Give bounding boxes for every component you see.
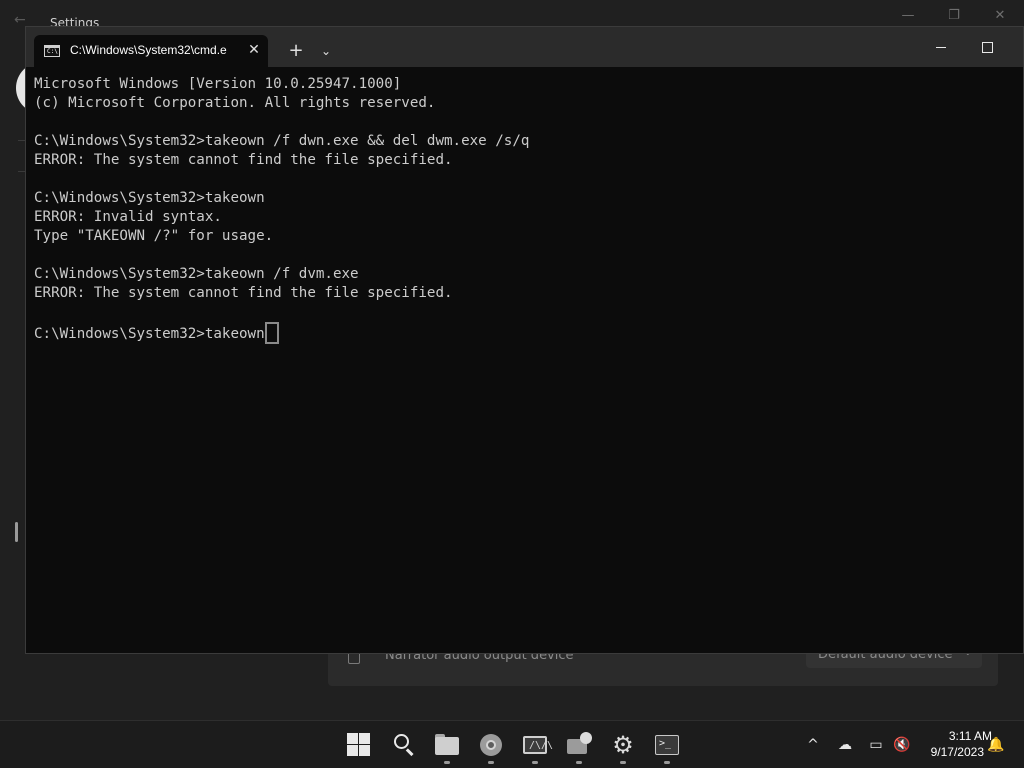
search-icon[interactable] [390,731,418,759]
maximize-icon[interactable] [976,37,998,57]
network-icon[interactable]: ▭ [866,735,886,755]
file-explorer-icon[interactable] [433,731,461,759]
cmd-icon: C:\ [44,45,60,57]
terminal-prompt-line: C:\Windows\System32>takeown [34,322,1023,344]
running-indicator [532,761,538,764]
settings-scrollbar[interactable] [15,522,18,542]
running-indicator [576,761,582,764]
terminal-line: C:\Windows\System32>takeown /f dvm.exe [34,266,359,282]
terminal-line: ERROR: The system cannot find the file s… [34,152,453,168]
terminal-prompt: C:\Windows\System32>takeown [34,326,265,342]
tab-cmd[interactable]: C:\ C:\Windows\System32\cmd.e ✕ [34,35,268,67]
settings-gear-icon[interactable]: ⚙ [609,731,637,759]
taskbar: /\/\ ⚙ >_ ^ ☁ ▭ 🔇 3:11 AM 9/17/2023 🔔 [0,720,1024,768]
running-indicator [444,761,450,764]
terminal-line: (c) Microsoft Corporation. All rights re… [34,95,436,111]
settings-minimize-icon[interactable]: — [898,6,918,26]
running-indicator [488,761,494,764]
volume-muted-icon[interactable]: 🔇 [892,735,912,755]
settings-restore-icon[interactable]: ❐ [944,6,964,26]
terminal-output[interactable]: Microsoft Windows [Version 10.0.25947.10… [34,75,1023,653]
clock-time[interactable]: 3:11 AM [920,728,992,744]
chrome-icon[interactable] [477,731,505,759]
tab-title: C:\Windows\System32\cmd.e [70,43,227,57]
chevron-down-icon[interactable]: ⌄ [316,41,336,61]
terminal-icon[interactable]: >_ [653,731,681,759]
clock-date[interactable]: 9/17/2023 [912,744,984,760]
running-indicator [620,761,626,764]
settings-close-icon[interactable]: ✕ [990,6,1010,26]
terminal-line: ERROR: Invalid syntax. [34,209,222,225]
running-indicator [664,761,670,764]
terminal-window: C:\ C:\Windows\System32\cmd.e ✕ + ⌄ Micr… [25,26,1024,654]
notification-bell-icon[interactable]: 🔔 [986,735,1006,755]
new-tab-button[interactable]: + [286,41,306,61]
minimize-icon[interactable] [930,37,952,57]
screen-cast-icon[interactable] [565,731,593,759]
show-hidden-icons-chevron-icon[interactable]: ^ [803,735,823,755]
close-tab-icon[interactable]: ✕ [246,41,262,59]
onedrive-cloud-icon[interactable]: ☁ [835,735,855,755]
terminal-line: Type "TAKEOWN /?" for usage. [34,228,274,244]
start-icon[interactable] [345,731,373,759]
terminal-tab-bar: C:\ C:\Windows\System32\cmd.e ✕ + ⌄ [26,27,1023,67]
terminal-line: C:\Windows\System32>takeown [34,190,265,206]
photos-icon[interactable]: /\/\ [521,731,553,759]
terminal-line: ERROR: The system cannot find the file s… [34,285,453,301]
text-cursor [264,322,279,344]
terminal-line: Microsoft Windows [Version 10.0.25947.10… [34,76,402,92]
terminal-line: C:\Windows\System32>takeown /f dwn.exe &… [34,133,530,149]
